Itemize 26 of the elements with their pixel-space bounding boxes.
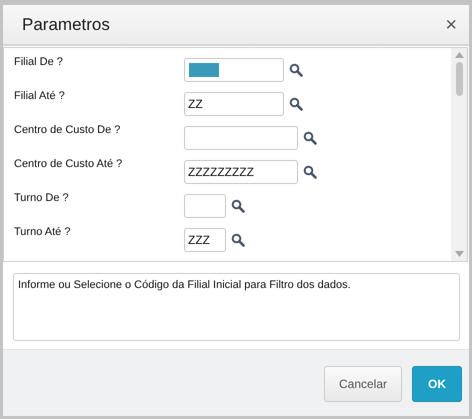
parameter-label: Filial Até ? xyxy=(14,89,66,102)
search-icon[interactable] xyxy=(289,63,303,77)
input-field[interactable]: ZZ xyxy=(184,92,284,116)
parameter-label: Turno Até ? xyxy=(14,225,72,238)
search-icon[interactable] xyxy=(289,97,303,111)
down-arrow-icon[interactable] xyxy=(454,251,464,257)
input-field[interactable]: ZZZ xyxy=(184,228,226,252)
cancel-button[interactable]: Cancelar xyxy=(324,366,402,402)
scrollbar[interactable] xyxy=(451,48,467,261)
search-icon[interactable] xyxy=(303,131,317,145)
input-field[interactable] xyxy=(184,58,284,82)
input-field[interactable] xyxy=(184,194,226,218)
up-arrow-icon[interactable] xyxy=(454,52,464,58)
scrollbar-thumb[interactable] xyxy=(456,62,462,96)
parameter-label: Centro de Custo De ? xyxy=(14,123,122,136)
parameter-label: Centro de Custo Até ? xyxy=(14,157,124,170)
search-icon[interactable] xyxy=(231,233,245,247)
search-icon[interactable] xyxy=(231,199,245,213)
search-icon[interactable] xyxy=(303,165,317,179)
parameter-label: Filial De ? xyxy=(14,55,64,68)
input-field[interactable]: ZZZZZZZZZ xyxy=(184,160,298,184)
dialog-title: Parametros xyxy=(22,14,110,34)
input-field[interactable] xyxy=(184,126,298,150)
parameter-label: Turno De ? xyxy=(14,191,70,204)
close-button[interactable]: × xyxy=(445,14,457,34)
help-text: Informe ou Selecione o Código da Filial Inicial para Filtro dos dados. xyxy=(13,273,460,341)
